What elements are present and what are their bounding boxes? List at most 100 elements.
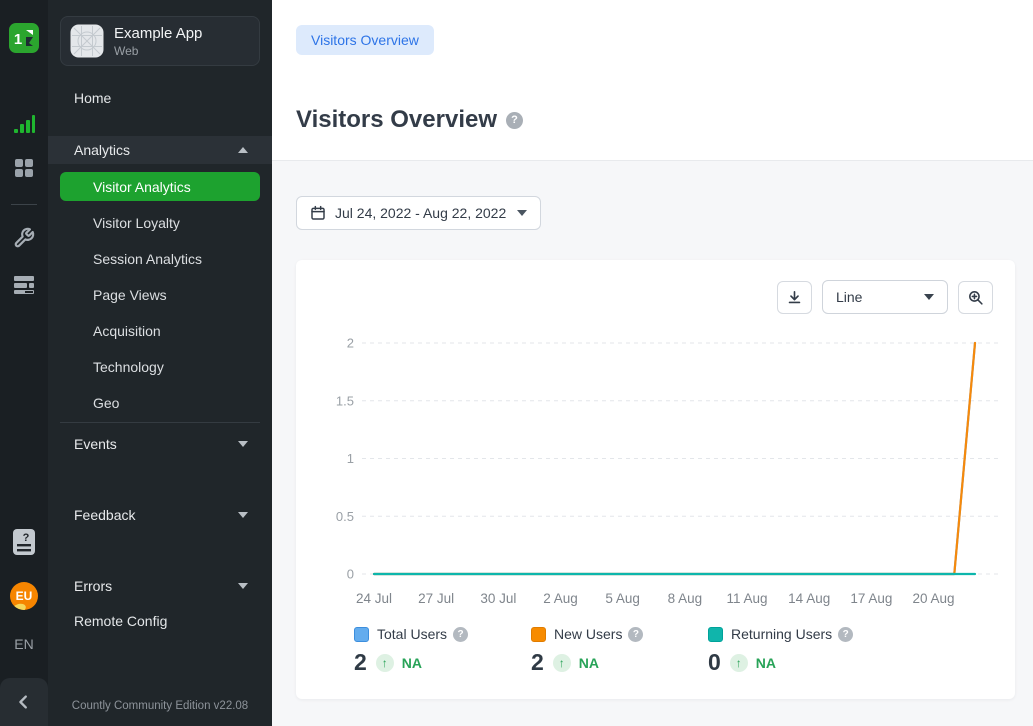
legend-help-icon[interactable]: ? — [838, 627, 853, 642]
sidebar-item-page-views[interactable]: Page Views — [48, 281, 272, 309]
page-body: Jul 24, 2022 - Aug 22, 2022 Line — [272, 160, 1033, 726]
caret-down-icon — [238, 512, 248, 518]
version-footer: Countly Community Edition v22.08 — [48, 700, 272, 712]
magnifier-plus-icon — [967, 289, 984, 306]
legend-label: New Users — [554, 626, 622, 642]
page-title: Visitors Overview — [296, 106, 497, 134]
svg-text:5 Aug: 5 Aug — [605, 591, 640, 606]
events-section-label: Events — [74, 436, 117, 452]
svg-text:1: 1 — [14, 31, 22, 48]
trend-change: NA — [756, 655, 776, 671]
trend-up-icon: ↑ — [730, 654, 748, 672]
sidebar-item-home[interactable]: Home — [48, 84, 272, 112]
visitors-chart-card: Line 00.511.5224 Jul27 Jul30 Jul2 Aug5 — [296, 260, 1015, 699]
svg-text:2: 2 — [347, 336, 354, 351]
visitors-line-chart[interactable]: 00.511.5224 Jul27 Jul30 Jul2 Aug5 Aug8 A… — [296, 330, 1015, 630]
trend-change: NA — [579, 655, 599, 671]
legend-label: Total Users — [377, 626, 447, 642]
new-users-value: 2 — [531, 649, 544, 676]
dashboards-nav-icon[interactable] — [12, 156, 36, 180]
chart-type-select[interactable]: Line — [822, 280, 948, 314]
data-manager-stack-icon[interactable] — [12, 272, 36, 296]
date-range-value: Jul 24, 2022 - Aug 22, 2022 — [335, 205, 506, 221]
zoom-chart-button[interactable] — [958, 281, 993, 314]
caret-down-icon — [238, 441, 248, 447]
caret-down-icon — [924, 294, 934, 300]
legend-item-new-users[interactable]: New Users ? 2 ↑ NA — [531, 626, 708, 676]
guides-help-icon[interactable]: ? — [11, 528, 37, 556]
sidebar-item-remote-config[interactable]: Remote Config — [48, 607, 272, 635]
sidebar-item-visitor-analytics[interactable]: Visitor Analytics — [60, 172, 260, 201]
legend-item-returning-users[interactable]: Returning Users ? 0 ↑ NA — [708, 626, 885, 676]
caret-down-icon — [238, 583, 248, 589]
rail-divider — [11, 204, 37, 205]
icon-rail: 1 — [0, 0, 48, 726]
analytics-section-label: Analytics — [74, 142, 130, 158]
tab-visitors-overview[interactable]: Visitors Overview — [296, 25, 434, 55]
date-range-picker[interactable]: Jul 24, 2022 - Aug 22, 2022 — [296, 196, 541, 230]
sidebar-item-session-analytics[interactable]: Session Analytics — [48, 245, 272, 273]
app-selector[interactable]: Example App Web — [60, 16, 260, 66]
total-users-value: 2 — [354, 649, 367, 676]
trend-up-icon: ↑ — [376, 654, 394, 672]
trend-up-icon: ↑ — [553, 654, 571, 672]
legend-help-icon[interactable]: ? — [628, 627, 643, 642]
server-region-avatar[interactable]: EU — [10, 582, 38, 610]
chart-type-value: Line — [836, 289, 862, 305]
sidebar-section-errors[interactable]: Errors — [48, 572, 272, 600]
main-content: Visitors Overview Visitors Overview ? Ju… — [272, 0, 1033, 726]
svg-text:30 Jul: 30 Jul — [480, 591, 516, 606]
sidebar-item-visitor-loyalty[interactable]: Visitor Loyalty — [48, 209, 272, 237]
chart-legend: Total Users ? 2 ↑ NA New Users — [354, 626, 885, 676]
sidebar-divider — [60, 422, 260, 423]
countly-app-window: 1 — [0, 0, 1033, 726]
svg-text:0.5: 0.5 — [336, 509, 354, 524]
svg-text:17 Aug: 17 Aug — [850, 591, 892, 606]
management-wrench-icon[interactable] — [12, 226, 36, 250]
app-type: Web — [114, 44, 202, 58]
svg-text:0: 0 — [347, 567, 354, 582]
download-chart-button[interactable] — [777, 281, 812, 314]
caret-up-icon — [238, 147, 248, 153]
svg-text:?: ? — [23, 532, 30, 544]
svg-text:11 Aug: 11 Aug — [727, 591, 768, 606]
chevron-left-icon — [15, 693, 33, 711]
svg-text:14 Aug: 14 Aug — [788, 591, 830, 606]
globe-blob — [11, 602, 27, 610]
svg-text:24 Jul: 24 Jul — [356, 591, 392, 606]
trend-change: NA — [402, 655, 422, 671]
svg-text:20 Aug: 20 Aug — [913, 591, 955, 606]
sidebar-item-technology[interactable]: Technology — [48, 353, 272, 381]
legend-label: Returning Users — [731, 626, 832, 642]
returning-users-swatch — [708, 627, 723, 642]
language-selector[interactable]: EN — [14, 636, 33, 656]
new-users-swatch — [531, 627, 546, 642]
svg-text:8 Aug: 8 Aug — [668, 591, 703, 606]
sidebar-section-analytics[interactable]: Analytics — [48, 136, 272, 164]
app-name: Example App — [114, 25, 202, 42]
sidebar-item-geo[interactable]: Geo — [48, 389, 272, 417]
download-icon — [786, 289, 803, 306]
sidebar: Example App Web Home Analytics Visitor A… — [48, 0, 272, 726]
sidebar-item-acquisition[interactable]: Acquisition — [48, 317, 272, 345]
sidebar-section-feedback[interactable]: Feedback — [48, 501, 272, 529]
sidebar-section-events[interactable]: Events — [48, 430, 272, 458]
collapse-sidebar-button[interactable] — [0, 678, 48, 726]
errors-section-label: Errors — [74, 578, 112, 594]
svg-text:1.5: 1.5 — [336, 393, 354, 408]
svg-text:27 Jul: 27 Jul — [418, 591, 454, 606]
feedback-section-label: Feedback — [74, 507, 135, 523]
countly-logo[interactable]: 1 — [8, 22, 40, 54]
page-header: Visitors Overview Visitors Overview ? — [272, 0, 1033, 160]
analytics-nav-icon[interactable] — [12, 112, 36, 136]
total-users-swatch — [354, 627, 369, 642]
calendar-icon — [310, 205, 326, 221]
svg-text:2 Aug: 2 Aug — [543, 591, 578, 606]
legend-help-icon[interactable]: ? — [453, 627, 468, 642]
title-help-icon[interactable]: ? — [506, 112, 523, 129]
app-icon — [70, 24, 104, 58]
returning-users-value: 0 — [708, 649, 721, 676]
server-region-label: EU — [16, 589, 33, 603]
legend-item-total-users[interactable]: Total Users ? 2 ↑ NA — [354, 626, 531, 676]
caret-down-icon — [517, 210, 527, 216]
